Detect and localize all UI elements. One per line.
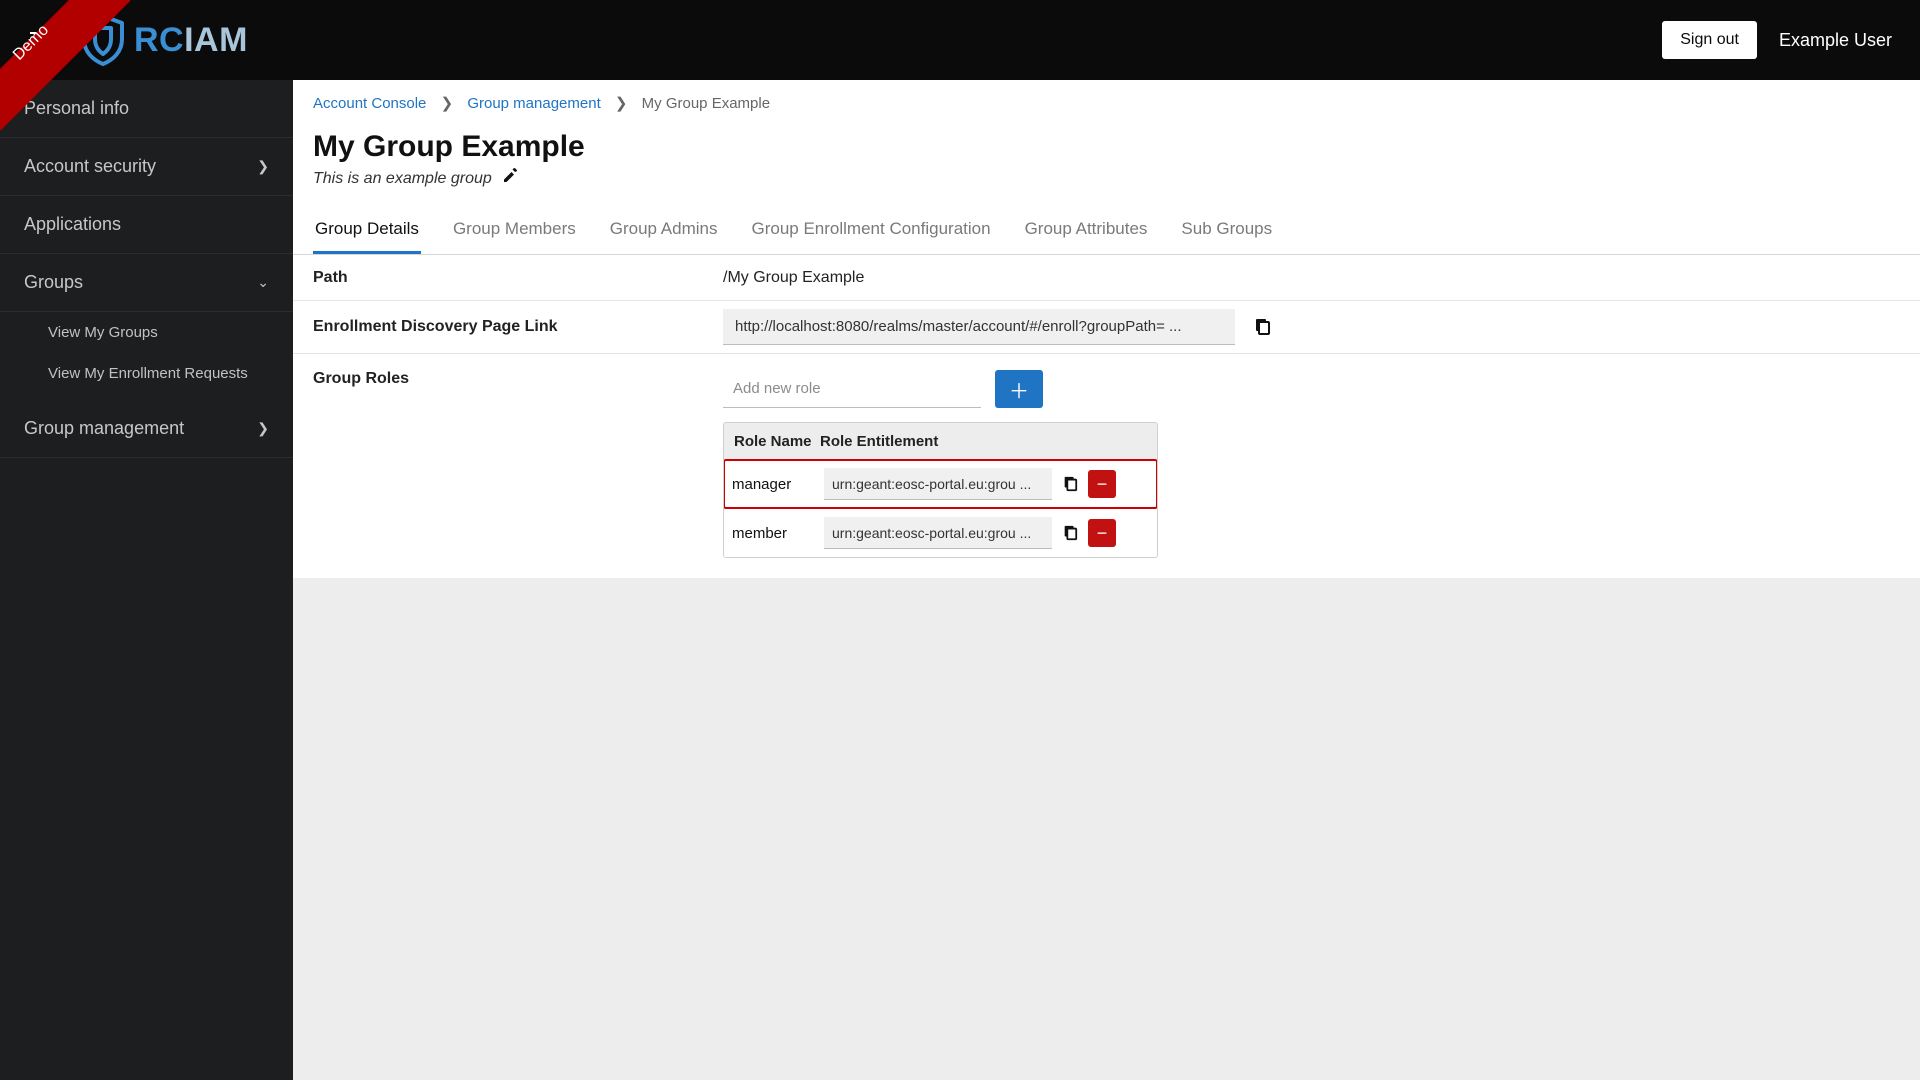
shield-icon — [80, 14, 126, 66]
minus-icon: − — [1097, 475, 1108, 493]
breadcrumb-group-management[interactable]: Group management — [467, 95, 600, 112]
sidebar-item-groups[interactable]: Groups ⌄ — [0, 254, 293, 312]
tab-group-attributes[interactable]: Group Attributes — [1023, 207, 1150, 254]
tab-group-members[interactable]: Group Members — [451, 207, 578, 254]
tab-group-admins[interactable]: Group Admins — [608, 207, 720, 254]
copy-role-entitlement-button[interactable] — [1058, 521, 1082, 545]
roles-table: Role Name Role Entitlement manager−membe… — [723, 422, 1158, 558]
tab-group-enrollment-config[interactable]: Group Enrollment Configuration — [750, 207, 993, 254]
plus-icon: ＋ — [1009, 375, 1029, 404]
role-row: member − — [724, 508, 1157, 557]
roles-col-name: Role Name — [734, 433, 820, 450]
path-label: Path — [313, 269, 723, 287]
chevron-down-icon: ⌄ — [257, 274, 269, 291]
enrollment-link-input[interactable] — [723, 309, 1235, 345]
minus-icon: − — [1097, 524, 1108, 542]
enrollment-link-label: Enrollment Discovery Page Link — [313, 318, 723, 336]
tab-group-details[interactable]: Group Details — [313, 207, 421, 254]
breadcrumb: Account Console ❯ Group management ❯ My … — [293, 80, 1920, 120]
copy-role-entitlement-button[interactable] — [1058, 472, 1082, 496]
page-title: My Group Example — [313, 130, 1900, 164]
remove-role-button[interactable]: − — [1088, 519, 1116, 547]
brand-text: RCIAM — [134, 21, 248, 60]
main-content: Account Console ❯ Group management ❯ My … — [293, 80, 1920, 1080]
copy-icon — [1062, 525, 1078, 541]
current-user-label: Example User — [1779, 30, 1892, 51]
edit-icon[interactable] — [502, 168, 518, 189]
role-entitlement-input[interactable] — [824, 468, 1052, 500]
tabs: Group Details Group Members Group Admins… — [293, 207, 1920, 255]
sidebar-item-account-security[interactable]: Account security ❯ — [0, 138, 293, 196]
sidebar-item-personal-info[interactable]: Personal info — [0, 80, 293, 138]
chevron-right-icon: ❯ — [615, 95, 628, 112]
copy-icon — [1062, 476, 1078, 492]
role-entitlement-input[interactable] — [824, 517, 1052, 549]
chevron-right-icon: ❯ — [257, 420, 269, 437]
brand-logo[interactable]: RCIAM — [80, 14, 248, 66]
sidebar-sub-view-my-groups[interactable]: View My Groups — [0, 312, 293, 353]
breadcrumb-account-console[interactable]: Account Console — [313, 95, 426, 112]
group-details-panel: Path /My Group Example Enrollment Discov… — [293, 255, 1920, 578]
role-row: manager − — [724, 460, 1157, 508]
path-value: /My Group Example — [723, 269, 864, 287]
sidebar-sub-view-enrollment[interactable]: View My Enrollment Requests — [0, 353, 293, 400]
add-role-button[interactable]: ＋ — [995, 370, 1043, 408]
group-roles-label: Group Roles — [313, 370, 723, 388]
sidebar-item-group-management[interactable]: Group management ❯ — [0, 400, 293, 458]
add-role-input[interactable] — [723, 370, 981, 408]
breadcrumb-current: My Group Example — [642, 95, 770, 112]
tab-sub-groups[interactable]: Sub Groups — [1179, 207, 1274, 254]
top-header: Demo RCIAM Sign out Example User — [0, 0, 1920, 80]
page-description: This is an example group — [313, 170, 492, 188]
sign-out-button[interactable]: Sign out — [1662, 21, 1757, 59]
sidebar: Personal info Account security ❯ Applica… — [0, 80, 293, 1080]
menu-toggle-button[interactable] — [30, 32, 52, 48]
chevron-right-icon: ❯ — [257, 158, 269, 175]
roles-col-entitlement: Role Entitlement — [820, 433, 1147, 450]
chevron-right-icon: ❯ — [441, 95, 454, 112]
copy-enrollment-link-button[interactable] — [1249, 314, 1275, 340]
sidebar-item-applications[interactable]: Applications — [0, 196, 293, 254]
role-name: member — [732, 525, 818, 542]
copy-icon — [1253, 318, 1271, 336]
role-name: manager — [732, 476, 818, 493]
remove-role-button[interactable]: − — [1088, 470, 1116, 498]
